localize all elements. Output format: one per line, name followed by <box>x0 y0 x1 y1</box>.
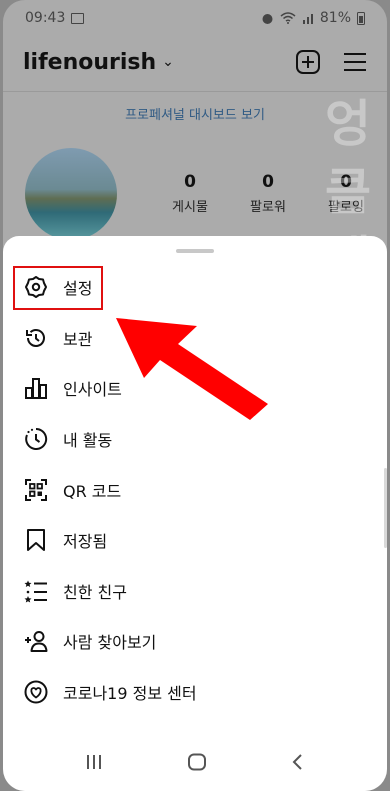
gallery-icon <box>71 12 85 24</box>
battery-level: 81% <box>319 10 351 26</box>
profile-header: lifenourish ⌄ <box>3 40 387 84</box>
profile-avatar[interactable] <box>25 148 117 240</box>
annotation-arrow-icon <box>116 318 268 420</box>
menu-item-label: QR 코드 <box>63 481 122 501</box>
status-bar: 09:43 81% <box>3 0 387 36</box>
stat-followers-label: 팔로워 <box>250 200 286 215</box>
menu-item-saved[interactable]: 저장됨 <box>3 515 387 566</box>
edge-panel-handle[interactable] <box>384 468 387 548</box>
menu-item-covid-info[interactable]: 코로나19 정보 센터 <box>3 667 387 718</box>
android-nav-bar <box>3 733 387 791</box>
activity-clock-icon <box>23 426 49 452</box>
alarm-icon <box>262 13 273 24</box>
stat-followers[interactable]: 0 팔로워 <box>229 172 307 215</box>
hamburger-menu-icon[interactable] <box>343 51 367 73</box>
username-switcher[interactable]: lifenourish <box>23 50 156 75</box>
add-person-icon <box>23 628 49 654</box>
header-divider <box>3 91 387 92</box>
stat-posts-count: 0 <box>184 172 196 192</box>
profile-stats: 0 게시물 0 팔로워 0 팔로잉 <box>151 172 385 215</box>
create-post-icon[interactable] <box>295 49 321 75</box>
archive-history-icon <box>23 325 49 351</box>
menu-item-label: 저장됨 <box>63 532 108 552</box>
menu-item-label: 사람 찾아보기 <box>63 633 157 653</box>
stat-following-count: 0 <box>340 172 352 192</box>
stat-following-label: 팔로잉 <box>328 200 364 215</box>
stat-followers-count: 0 <box>262 172 274 192</box>
menu-item-close-friends[interactable]: 친한 친구 <box>3 566 387 617</box>
recent-apps-icon[interactable] <box>85 754 103 770</box>
professional-dashboard-link[interactable]: 프로페셔널 대시보드 보기 <box>3 104 387 123</box>
menu-item-qr-code[interactable]: QR 코드 <box>3 464 387 515</box>
insights-bar-chart-icon <box>23 375 49 401</box>
covid-heart-icon <box>23 679 49 705</box>
wifi-icon <box>280 12 296 24</box>
qr-code-icon <box>23 477 49 503</box>
menu-item-label: 코로나19 정보 센터 <box>63 684 197 704</box>
menu-item-discover-people[interactable]: 사람 찾아보기 <box>3 616 387 667</box>
stat-posts[interactable]: 0 게시물 <box>151 172 229 215</box>
signal-icon <box>302 14 313 24</box>
sheet-drag-handle[interactable] <box>176 249 214 253</box>
stat-following[interactable]: 0 팔로잉 <box>307 172 385 215</box>
battery-icon <box>357 12 365 25</box>
chevron-down-icon[interactable]: ⌄ <box>162 54 174 70</box>
close-friends-list-icon <box>23 578 49 604</box>
stat-posts-label: 게시물 <box>172 200 208 215</box>
status-time: 09:43 <box>25 10 66 26</box>
menu-item-label: 보관 <box>63 329 93 349</box>
menu-item-label: 친한 친구 <box>63 582 127 602</box>
settings-highlight-box <box>13 266 103 310</box>
bookmark-icon <box>23 527 49 553</box>
menu-item-label: 내 활동 <box>63 431 113 451</box>
back-icon[interactable] <box>291 753 305 771</box>
home-icon[interactable] <box>187 753 207 771</box>
